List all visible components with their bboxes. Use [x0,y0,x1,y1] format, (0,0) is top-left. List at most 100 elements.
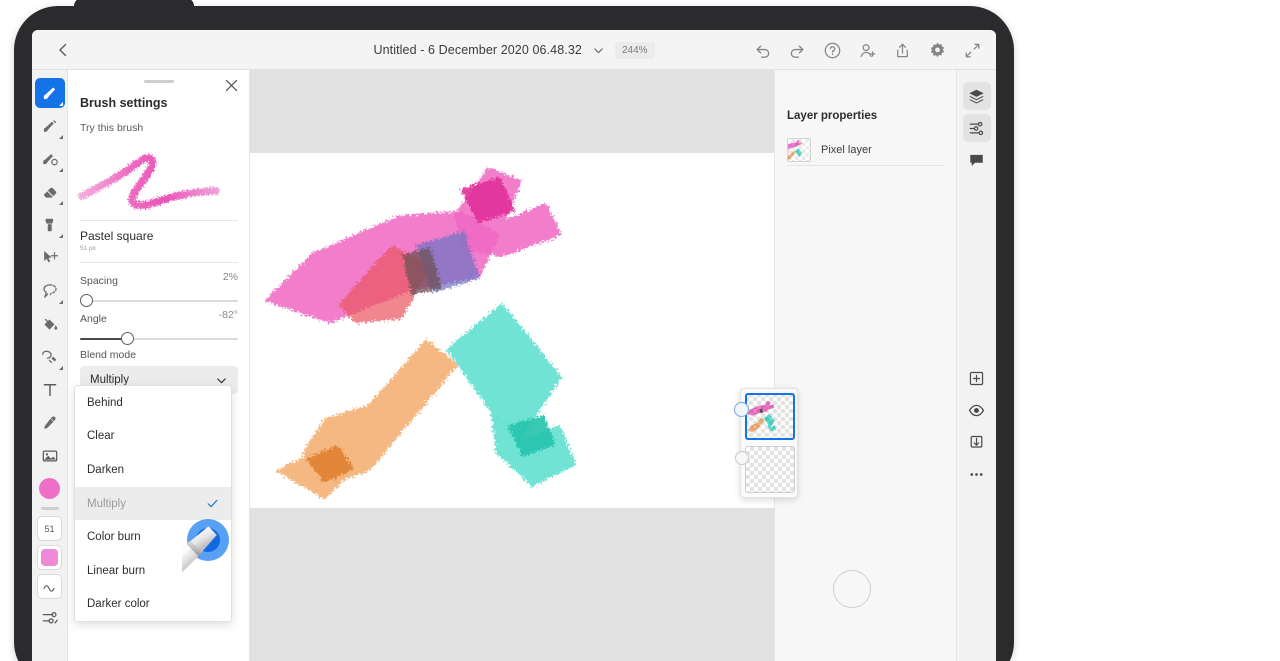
color-swatch-button[interactable] [37,545,62,570]
spacing-slider-row: Spacing 2% [80,271,238,307]
blend-mode-label: Blend mode [80,349,137,361]
adjustments-icon[interactable] [962,114,991,142]
panel-title: Brush settings [80,96,168,110]
angle-slider-fill [80,338,127,340]
blend-mode-dropdown[interactable]: Behind Clear Darken Multiply Color burn [74,385,232,623]
divider [80,220,238,221]
dropdown-item-multiply[interactable]: Multiply [75,486,231,521]
angle-slider-knob[interactable] [121,332,134,345]
spacing-value: 2% [222,271,238,283]
canvas-artwork[interactable] [250,153,774,508]
dropdown-item-label: Linear burn [87,564,146,577]
zoom-level-chip[interactable]: 244% [614,41,655,59]
angle-slider-track[interactable] [80,332,238,345]
settings-gear-icon[interactable] [928,41,947,60]
tool-corner-indicator [59,201,63,205]
foreground-color-swatch[interactable] [39,478,60,499]
device-camera-lens [130,0,158,14]
tool-corner-indicator [59,366,63,370]
tablet-device: Untitled - 6 December 2020 06.48.32 244% [14,0,1014,661]
smoothing-button[interactable] [37,574,62,599]
tool-rail: 51 [32,70,68,661]
brush-name: Pastel square [80,229,154,243]
try-brush-label: Try this brush [80,122,144,134]
merge-down-icon[interactable] [963,428,991,456]
workspace: Layer properties Pixel layer [250,70,996,661]
app-header: Untitled - 6 December 2020 06.48.32 244% [32,30,996,70]
share-icon[interactable] [893,41,912,60]
color-swatch-fill [41,549,58,566]
close-icon[interactable] [224,78,239,93]
layer-selected-badge [734,402,749,417]
brush-size-preview-circle [833,570,871,608]
chevron-left-icon[interactable] [54,41,72,59]
mini-layer-thumb-artwork[interactable] [745,393,795,440]
dropdown-item-clear[interactable]: Clear [75,420,231,454]
layer-type-badge [735,451,749,465]
add-layer-icon[interactable] [963,364,991,392]
brush-tool[interactable] [35,78,65,108]
brush-size-indicator[interactable]: 51 [37,516,62,541]
dropdown-item-darker-color[interactable]: Darker color [75,588,231,622]
floating-layers-panel[interactable] [734,388,798,498]
dropdown-item-label: Multiply [87,497,126,510]
touch-indicator-core [196,528,220,552]
mini-layer-thumb-empty[interactable] [745,446,795,493]
layer-name: Pixel layer [821,143,872,156]
tool-corner-indicator [59,135,63,139]
pencil-tool[interactable] [35,111,65,141]
paint-bucket-tool[interactable] [35,309,65,339]
brush-preview-canvas[interactable] [76,138,242,220]
lasso-select-tool[interactable] [35,276,65,306]
undo-icon[interactable] [753,41,772,60]
right-icon-rail [956,70,996,661]
spacing-slider-knob[interactable] [80,294,93,307]
help-icon[interactable] [823,41,842,60]
tool-corner-indicator [59,168,63,172]
tool-corner-indicator [59,234,63,238]
layer-thumbnail [787,137,811,162]
layers-icon[interactable] [962,82,991,110]
dropdown-item-darken[interactable]: Darken [75,453,231,487]
rail-divider [40,507,59,510]
dropdown-item-label: Darken [87,463,125,476]
add-collaborator-icon[interactable] [858,41,877,60]
spacing-label: Spacing [80,275,118,287]
move-tool[interactable] [35,243,65,273]
comments-icon[interactable] [963,146,991,174]
place-image-tool[interactable] [35,441,65,471]
angle-value: -82° [218,309,238,321]
tool-options-button[interactable] [35,603,65,633]
visibility-eye-icon[interactable] [963,396,991,424]
divider [80,262,238,263]
magic-wand-tool[interactable] [35,342,65,372]
clone-stamp-tool[interactable] [35,210,65,240]
brush-size-label: 51 px [80,245,96,252]
eyedropper-tool[interactable] [35,408,65,438]
redo-icon[interactable] [788,41,807,60]
spacing-slider-track[interactable] [80,294,238,307]
screenshot-root: Untitled - 6 December 2020 06.48.32 244% [0,0,1280,661]
chevron-down-icon[interactable] [592,44,605,57]
layer-list-item[interactable]: Pixel layer [787,134,945,166]
document-title: Untitled - 6 December 2020 06.48.32 [373,43,582,57]
dropdown-item-label: Behind [87,396,123,409]
text-tool[interactable] [35,375,65,405]
check-icon [207,499,218,508]
fullscreen-icon[interactable] [963,41,982,60]
eraser-tool[interactable] [35,177,65,207]
angle-label: Angle [80,313,107,325]
smudge-tool[interactable] [35,144,65,174]
header-actions [753,30,982,70]
more-options-icon[interactable] [963,460,991,488]
dropdown-item-behind[interactable]: Behind [75,386,231,420]
layer-panel-title: Layer properties [787,110,878,122]
angle-slider-row: Angle -82° [80,309,238,345]
dropdown-item-label: Darker color [87,598,150,611]
dropdown-item-label: Clear [87,430,115,443]
tablet-screen: Untitled - 6 December 2020 06.48.32 244% [32,30,996,661]
rail-spacer [957,178,996,360]
panel-drag-handle[interactable] [143,80,174,83]
layer-properties-panel: Layer properties Pixel layer [774,70,956,661]
tool-corner-indicator [59,102,63,106]
